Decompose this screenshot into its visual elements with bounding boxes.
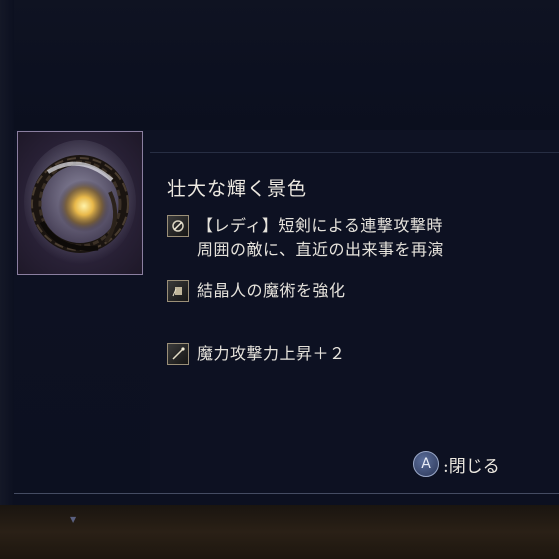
item-name: 壮大な輝く景色 — [167, 178, 308, 200]
item-detail-content-area — [150, 152, 559, 493]
sword-swirl-icon — [167, 215, 189, 237]
scroll-down-indicator-icon: ▼ — [70, 515, 77, 524]
staff-icon — [167, 343, 189, 365]
item-image — [17, 131, 143, 275]
effect-row-2: 結晶人の魔術を強化 — [167, 279, 346, 303]
effect-1-line-2: 周囲の敵に、直近の出来事を再演 — [197, 240, 445, 259]
close-button[interactable]: A :閉じる — [413, 451, 500, 477]
crystal-icon — [167, 280, 189, 302]
glowing-orb-nest-icon — [24, 140, 136, 264]
a-button-icon[interactable]: A — [413, 451, 439, 477]
effect-1-line-1: 【レディ】短剣による連撃攻撃時 — [197, 216, 443, 235]
background-bottom-scene — [0, 505, 559, 559]
effect-row-1: 【レディ】短剣による連撃攻撃時 周囲の敵に、直近の出来事を再演 — [167, 214, 444, 262]
background-faint-text — [220, 6, 540, 46]
background-left-edge — [0, 0, 14, 520]
panel-divider — [14, 493, 559, 494]
effect-3-line-1: 魔力攻撃力上昇＋２ — [197, 344, 346, 363]
close-label: :閉じる — [443, 456, 500, 477]
effect-2-line-1: 結晶人の魔術を強化 — [197, 281, 346, 300]
effect-row-3: 魔力攻撃力上昇＋２ — [167, 342, 346, 366]
